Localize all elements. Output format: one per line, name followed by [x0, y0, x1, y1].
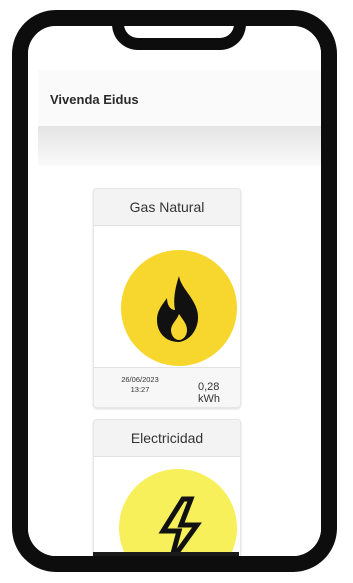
gas-card-body — [94, 226, 240, 367]
electricity-card-body — [94, 457, 240, 556]
gas-card-title: Gas Natural — [94, 189, 240, 226]
gas-icon-circle — [121, 250, 237, 366]
flame-icon — [157, 276, 199, 342]
electricity-card[interactable]: Electricidad — [93, 419, 241, 556]
gas-reading-footer: 26/06/2023 13:27 0,28 kWh — [94, 367, 240, 407]
bottom-edge-bar — [93, 552, 239, 556]
app-bar: Vivenda Eidus — [38, 70, 321, 126]
phone-notch — [112, 26, 246, 50]
reading-time: 13:27 — [130, 385, 150, 394]
electricity-icon-circle — [119, 469, 237, 556]
phone-frame: Vivenda Eidus Gas Natural 26/06/2023 13:… — [12, 10, 337, 572]
reading-timestamp: 26/06/2023 13:27 — [106, 375, 174, 395]
main-content: Gas Natural 26/06/2023 13:27 0,28 kWh El… — [38, 166, 321, 556]
reading-value: 0,28 kWh — [198, 381, 220, 405]
app-bar-shadow — [38, 126, 321, 166]
gas-card[interactable]: Gas Natural 26/06/2023 13:27 0,28 kWh — [93, 188, 241, 408]
app-screen: Vivenda Eidus Gas Natural 26/06/2023 13:… — [28, 26, 321, 556]
electricity-card-title: Electricidad — [94, 420, 240, 457]
app-title: Vivenda Eidus — [50, 92, 139, 107]
reading-date: 26/06/2023 — [121, 375, 159, 384]
lightning-icon — [158, 496, 202, 556]
